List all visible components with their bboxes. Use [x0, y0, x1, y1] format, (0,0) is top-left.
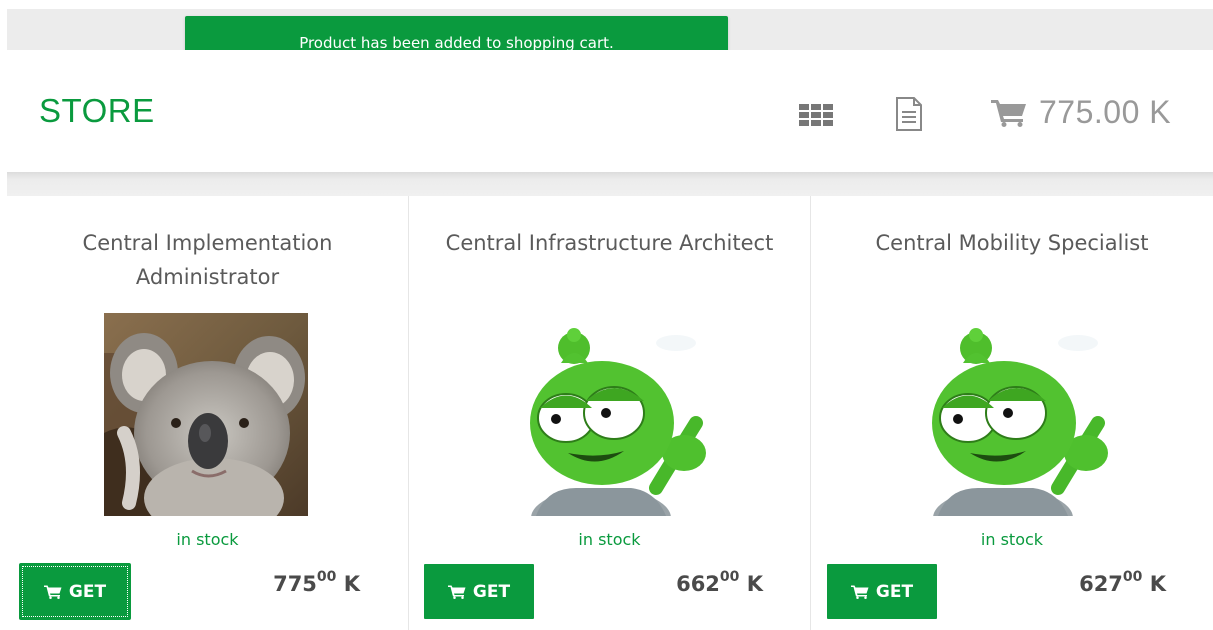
header-divider [7, 172, 1213, 196]
cart-icon [447, 585, 466, 599]
get-button[interactable]: GET [424, 564, 534, 619]
get-button-label: GET [68, 581, 107, 602]
product-grid: Central Implementation Administrator in … [7, 196, 1213, 630]
cart-summary-button[interactable]: 775.00 K [991, 92, 1171, 132]
cart-icon [43, 585, 62, 599]
product-price: 66200 K [676, 569, 763, 596]
product-image-alien-mascot[interactable] [908, 313, 1112, 516]
store-header: STORE 775.00 K [7, 50, 1213, 174]
stock-status: in stock [980, 530, 1044, 549]
product-title[interactable]: Central Infrastructure Architect [429, 226, 790, 260]
product-card: Central Infrastructure Architect in stoc… [409, 196, 811, 630]
get-button[interactable]: GET [20, 564, 130, 619]
document-icon[interactable] [895, 97, 923, 131]
cart-icon [850, 585, 869, 599]
product-title[interactable]: Central Implementation Administrator [27, 226, 388, 294]
product-card: Central Implementation Administrator in … [7, 196, 409, 630]
product-title[interactable]: Central Mobility Specialist [831, 226, 1193, 260]
stock-status: in stock [578, 530, 641, 549]
get-button[interactable]: GET [827, 564, 937, 619]
shopping-cart-icon [991, 100, 1026, 127]
stock-status: in stock [176, 530, 239, 549]
grid-view-icon[interactable] [799, 104, 835, 128]
product-price: 62700 K [1079, 569, 1166, 596]
product-price: 77500 K [273, 569, 360, 596]
get-button-label: GET [472, 581, 511, 602]
cart-total: 775.00 K [1039, 93, 1172, 130]
get-button-label: GET [875, 581, 914, 602]
product-image-koala[interactable] [104, 313, 308, 516]
product-image-alien-mascot[interactable] [506, 313, 710, 516]
product-card: Central Mobility Specialist in stock GET… [811, 196, 1213, 630]
store-title: STORE [39, 92, 155, 129]
